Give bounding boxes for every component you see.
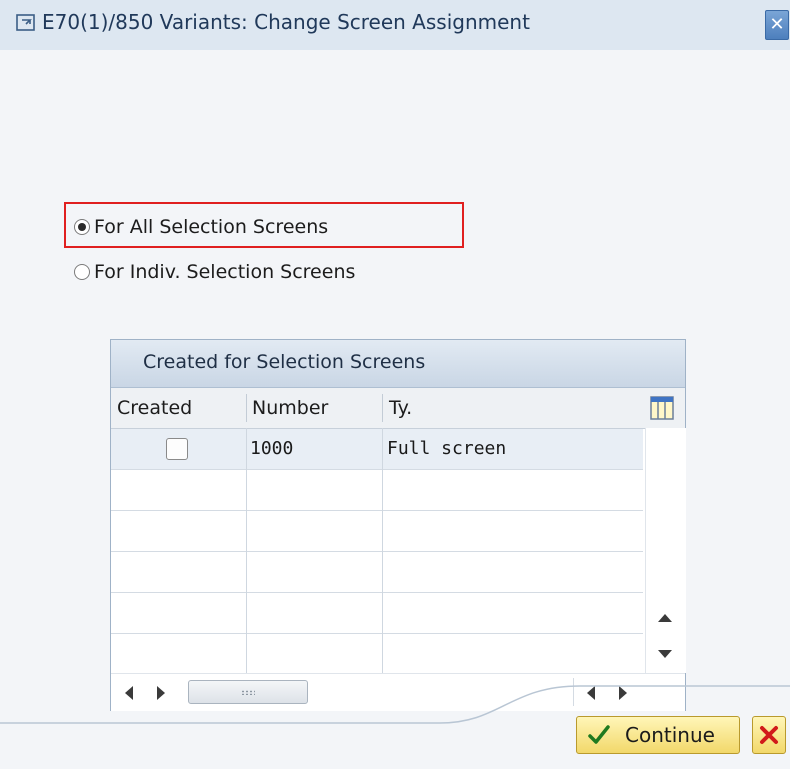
radio-label-indiv: For Indiv. Selection Screens [94,261,356,283]
continue-button[interactable]: Continue [576,716,740,754]
checkmark-icon [588,725,610,744]
column-divider[interactable] [382,394,383,422]
window-menu-icon[interactable] [16,13,36,33]
column-gridline [382,428,383,673]
window-title: E70(1)/850 Variants: Change Screen Assig… [42,10,530,34]
radio-indiv-selection-screens[interactable]: For Indiv. Selection Screens [74,261,355,283]
table-row-empty[interactable] [111,511,643,552]
table-row-empty[interactable] [111,552,643,593]
radio-all-selection-screens[interactable]: For All Selection Screens [74,216,328,238]
table-row-empty[interactable] [111,470,643,511]
radio-label-all: For All Selection Screens [94,216,329,238]
radio-button-unchecked[interactable] [74,264,90,280]
column-header-number[interactable]: Number [252,388,328,428]
vertical-scrollbar[interactable] [645,428,686,673]
continue-label: Continue [625,723,715,747]
close-icon: ✕ [769,14,785,35]
cancel-icon [760,726,778,744]
table-title-bar: Created for Selection Screens [111,340,685,388]
table-header-row: Created Number Ty. [111,388,685,429]
table-title: Created for Selection Screens [143,351,426,373]
column-divider[interactable] [246,394,247,422]
table-settings-icon[interactable] [650,396,674,420]
radio-button-checked[interactable] [74,219,90,235]
close-button[interactable]: ✕ [765,10,789,40]
scroll-down-arrow-icon[interactable] [658,650,672,658]
selection-screens-table: Created for Selection Screens Created Nu… [110,339,686,711]
column-gridline [246,428,247,673]
created-checkbox[interactable] [166,438,188,460]
table-row-empty[interactable] [111,634,643,675]
dialog-content: For All Selection Screens For Indiv. Sel… [0,50,790,769]
title-bar: E70(1)/850 Variants: Change Screen Assig… [0,0,790,50]
cell-number: 1000 [250,438,294,459]
table-row-empty[interactable] [111,593,643,634]
table-row[interactable]: 1000 Full screen [111,429,643,470]
column-header-created[interactable]: Created [117,388,192,428]
scroll-up-arrow-icon[interactable] [658,614,672,622]
cancel-button[interactable] [752,716,786,754]
cell-type: Full screen [387,438,507,459]
column-header-type[interactable]: Ty. [389,388,412,428]
